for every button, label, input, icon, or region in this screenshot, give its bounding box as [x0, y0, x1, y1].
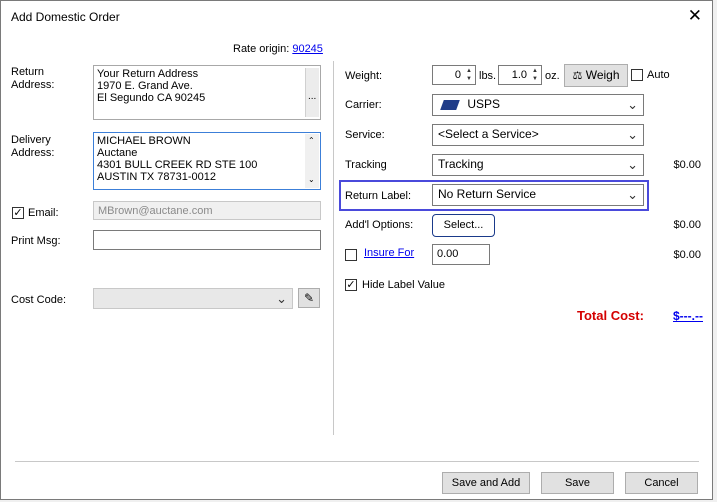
delivery-address-label-line1: Delivery [11, 134, 51, 146]
print-msg-label: Print Msg: [11, 235, 61, 247]
return-address-scrollbar[interactable]: ... [305, 68, 319, 117]
add-domestic-order-dialog: Add Domestic Order ✕ Rate origin: 90245 … [0, 0, 713, 500]
return-label-select[interactable]: No Return Service ⌄ [432, 184, 644, 206]
weigh-button-label: Weigh [585, 68, 620, 82]
email-label: Email: [28, 207, 59, 219]
auto-weigh-label: Auto [647, 69, 670, 81]
delivery-address-line: Auctane [97, 147, 138, 159]
chevron-down-icon: ⌄ [627, 127, 638, 142]
return-address-label-line1: Return [11, 66, 45, 78]
weight-lbs-spinner[interactable]: ▲ ▼ [464, 67, 474, 83]
weight-label: Weight: [345, 70, 383, 82]
window-title: Add Domestic Order [11, 10, 120, 24]
return-address-more-button[interactable]: ... [308, 91, 316, 103]
return-address-field[interactable]: Your Return Address 1970 E. Grand Ave. E… [93, 65, 321, 120]
delivery-address-line: MICHAEL BROWN [97, 135, 191, 147]
carrier-value: USPS [467, 97, 501, 111]
delivery-address-line: AUSTIN TX 78731-0012 [97, 171, 217, 183]
weight-lbs-unit: lbs. [479, 70, 497, 82]
weight-lbs-value: 0 [454, 69, 461, 81]
return-address-label-line2: Address: [11, 79, 55, 91]
close-icon[interactable]: ✕ [688, 7, 702, 24]
email-checkbox[interactable]: ✓ [12, 207, 24, 219]
hide-label-value-label: Hide Label Value [362, 279, 445, 291]
service-value: <Select a Service> [438, 127, 539, 141]
service-label: Service: [345, 129, 385, 141]
edit-cost-code-button[interactable]: ✎ [298, 288, 320, 308]
addl-options-cost: $0.00 [673, 219, 701, 231]
usps-eagle-icon [440, 99, 460, 110]
delivery-address-label-line2: Address: [11, 147, 55, 159]
save-and-add-button[interactable]: Save and Add [442, 472, 530, 494]
chevron-down-icon: ⌄ [627, 187, 638, 202]
insure-cost: $0.00 [673, 249, 701, 261]
delivery-address-label: Delivery Address: [11, 134, 54, 160]
auto-weigh-checkbox[interactable] [631, 69, 643, 81]
total-cost-value[interactable]: $---.-- [673, 309, 703, 323]
carrier-select[interactable]: USPS ⌄ [432, 94, 644, 116]
return-address-line: 1970 E. Grand Ave. [97, 80, 193, 92]
chevron-down-icon: ⌄ [276, 291, 287, 306]
weight-oz-unit: oz. [545, 70, 560, 82]
weight-lbs-field[interactable]: 0 ▲ ▼ [432, 65, 476, 85]
chevron-down-icon: ⌄ [627, 157, 638, 172]
delivery-address-line: 4301 BULL CREEK RD STE 100 [97, 159, 258, 171]
scale-icon: ⚖ [572, 70, 583, 82]
hide-label-value-checkbox[interactable]: ✓ [345, 279, 357, 291]
cost-code-select[interactable]: ⌄ [93, 288, 293, 309]
rate-origin-label: Rate origin: [233, 43, 290, 55]
tracking-select[interactable]: Tracking ⌄ [432, 154, 644, 176]
tracking-label: Tracking [345, 159, 387, 171]
tracking-cost: $0.00 [673, 159, 701, 171]
carrier-label: Carrier: [345, 99, 382, 111]
cost-code-label: Cost Code: [11, 294, 67, 306]
weigh-button[interactable]: ⚖ Weigh [564, 64, 628, 87]
tracking-value: Tracking [438, 157, 484, 171]
total-cost-label: Total Cost: [577, 308, 644, 323]
service-select[interactable]: <Select a Service> ⌄ [432, 124, 644, 146]
addl-options-select-button[interactable]: Select... [432, 214, 495, 237]
delivery-address-field[interactable]: MICHAEL BROWN Auctane 4301 BULL CREEK RD… [93, 132, 321, 190]
print-msg-field[interactable] [93, 230, 321, 250]
weight-oz-spinner[interactable]: ▲ ▼ [530, 67, 540, 83]
footer-divider [15, 461, 699, 462]
title-bar: Add Domestic Order ✕ [1, 1, 712, 33]
email-field[interactable]: MBrown@auctane.com [93, 201, 321, 220]
delivery-address-scrollbar[interactable]: ⌃ ⌄ [305, 134, 319, 188]
return-address-label: Return Address: [11, 66, 54, 92]
scroll-down-icon[interactable]: ⌄ [308, 174, 315, 186]
return-label-label: Return Label: [345, 190, 412, 202]
cancel-button[interactable]: Cancel [625, 472, 698, 494]
return-label-value: No Return Service [438, 187, 537, 201]
return-address-line: Your Return Address [97, 68, 199, 80]
insure-for-link[interactable]: Insure For [364, 247, 414, 260]
addl-options-label: Add'l Options: [345, 219, 414, 231]
pencil-icon: ✎ [303, 291, 315, 305]
return-address-line: El Segundo CA 90245 [97, 92, 206, 104]
rate-origin-zip-link[interactable]: 90245 [292, 43, 323, 55]
scroll-up-icon[interactable]: ⌃ [308, 135, 315, 147]
column-divider [333, 61, 334, 435]
weight-oz-value: 1.0 [511, 69, 527, 81]
weight-oz-field[interactable]: 1.0 ▲ ▼ [498, 65, 542, 85]
save-button[interactable]: Save [541, 472, 614, 494]
insure-checkbox[interactable] [345, 249, 357, 261]
insure-amount-field[interactable]: 0.00 [432, 244, 490, 265]
chevron-down-icon: ⌄ [627, 97, 638, 112]
rate-origin: Rate origin: 90245 [233, 43, 323, 56]
